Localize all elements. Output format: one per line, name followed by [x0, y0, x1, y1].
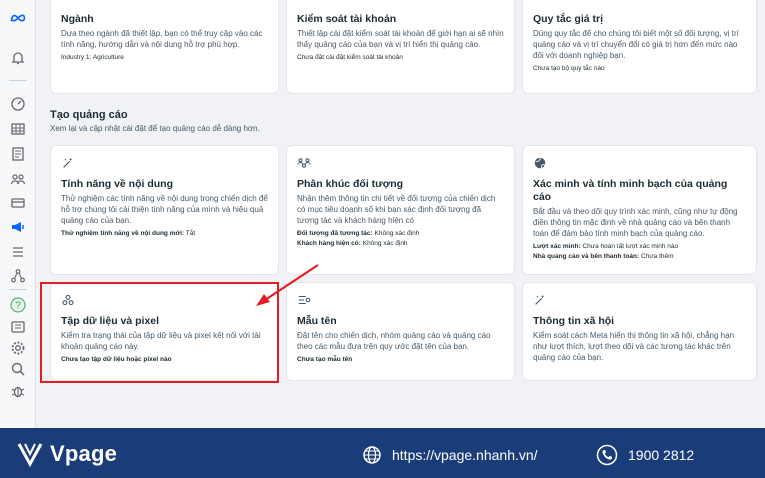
- meta-label: Thử nghiệm tính năng về nội dung mới:: [61, 230, 185, 237]
- card-description: Dựa theo ngành đã thiết lập, bạn có thể …: [61, 29, 263, 49]
- card-description: Thiết lập cài đặt kiểm soát tài khoản để…: [297, 29, 504, 49]
- section-title: Tạo quảng cáo: [50, 109, 128, 121]
- card-description: Bắt đầu và theo dõi quy trình xác minh, …: [533, 207, 738, 238]
- bell-icon[interactable]: [8, 48, 28, 68]
- card-meta: Đối tượng đã tương tác: Không xác định K…: [297, 229, 504, 249]
- meta-label: Lượt xác minh:: [533, 243, 581, 250]
- dataset-icon: [62, 294, 74, 306]
- meta-label: Industry 1:: [61, 54, 92, 61]
- phone-icon: [596, 444, 618, 466]
- meta-value: Không xác định: [362, 240, 408, 247]
- audience-icon[interactable]: [8, 169, 28, 189]
- card-industry[interactable]: Ngành Dựa theo ngành đã thiết lập, bạn c…: [50, 0, 279, 94]
- meta-value: Agriculture: [92, 54, 124, 61]
- card-value-rules[interactable]: Quy tắc giá trị Dùng quy tắc để cho chún…: [522, 0, 757, 94]
- card-description: Dùng quy tắc để cho chúng tôi biết một s…: [533, 29, 739, 60]
- card-social-info[interactable]: Thông tin xã hội Kiểm soát cách Meta hiể…: [522, 282, 757, 381]
- vpage-logo: Vpage: [16, 440, 117, 468]
- card-datasets-pixels[interactable]: Tập dữ liệu và pixel Kiểm tra trạng thái…: [50, 282, 279, 381]
- meta-value: Không xác định: [374, 230, 420, 237]
- magic-wand-icon: [535, 294, 545, 305]
- card-description: Nhận thêm thông tin chi tiết về đối tượn…: [297, 194, 496, 225]
- vpage-logo-icon: [17, 443, 43, 468]
- help-icon[interactable]: ?: [8, 295, 28, 315]
- card-meta: Chưa đặt cài đặt kiểm soát tài khoản: [297, 54, 403, 61]
- sidebar-divider: [9, 289, 27, 290]
- meta-label: Nhà quảng cáo và bên thanh toán:: [533, 253, 640, 260]
- card-title: Tính năng về nội dung: [61, 178, 173, 190]
- card-meta: Industry 1: Agriculture: [61, 53, 268, 63]
- card-title: Xác minh và tính minh bạch của quảng cáo: [533, 178, 728, 203]
- card-description: Đặt tên cho chiến dịch, nhóm quảng cáo v…: [297, 331, 491, 351]
- billing-icon[interactable]: [8, 193, 28, 213]
- news-icon[interactable]: [8, 317, 28, 337]
- card-title: Ngành: [61, 13, 94, 25]
- meta-label: Đối tượng đã tương tác:: [297, 230, 373, 237]
- card-audience-segments[interactable]: Phân khúc đối tượng Nhận thêm thông tin …: [286, 145, 515, 275]
- section-subtitle: Xem lại và cập nhật cài đặt để tạo quảng…: [50, 124, 260, 133]
- card-description: Kiểm soát cách Meta hiển thị thông tin x…: [533, 331, 735, 362]
- audience-segments-icon: [297, 158, 311, 168]
- meta-logo-icon[interactable]: [8, 8, 28, 28]
- card-content-features[interactable]: Tính năng về nội dung Thử nghiệm các tín…: [50, 145, 279, 275]
- phone-number[interactable]: 1900 2812: [628, 447, 694, 463]
- table-icon[interactable]: [8, 119, 28, 139]
- settings-icon[interactable]: [8, 338, 28, 358]
- meta-label: Khách hàng hiện có:: [297, 240, 361, 247]
- card-title: Mẫu tên: [297, 315, 337, 327]
- globe-icon: [363, 446, 381, 464]
- card-meta: Chưa tạo bộ quy tắc nào: [533, 65, 605, 72]
- magic-wand-icon: [63, 157, 73, 168]
- sidebar-divider: [9, 80, 27, 81]
- template-settings-icon: [298, 295, 311, 305]
- globe-icon: [534, 157, 546, 169]
- footer-banner: Vpage https://vpage.nhanh.vn/ 1900 2812: [0, 428, 765, 478]
- card-title: Kiểm soát tài khoản: [297, 13, 397, 25]
- ads-manager-icon[interactable]: [8, 217, 28, 237]
- meta-value: Chưa hoàn tất lượt xác minh nào: [582, 243, 679, 250]
- card-ad-verification[interactable]: Xác minh và tính minh bạch của quảng cáo…: [522, 145, 757, 275]
- search-icon[interactable]: [8, 359, 28, 379]
- card-title: Quy tắc giá trị: [533, 13, 604, 25]
- website-url[interactable]: https://vpage.nhanh.vn/: [392, 447, 538, 463]
- card-meta: Lượt xác minh: Chưa hoàn tất lượt xác mi…: [533, 242, 746, 262]
- card-meta: Chưa tạo tập dữ liệu hoặc pixel nào: [61, 356, 172, 363]
- left-sidebar: ?: [0, 0, 36, 428]
- meta-value: Tắt: [185, 230, 196, 237]
- card-title: Phân khúc đối tượng: [297, 178, 404, 190]
- card-name-templates[interactable]: Mẫu tên Đặt tên cho chiến dịch, nhóm quả…: [286, 282, 515, 381]
- card-meta: Chưa tạo mẫu tên: [297, 356, 353, 363]
- meta-value: Chưa thêm: [641, 253, 674, 260]
- card-description: Thử nghiệm các tính năng về nội dung tro…: [61, 194, 268, 225]
- bug-icon[interactable]: [8, 381, 28, 401]
- card-title: Tập dữ liệu và pixel: [61, 315, 160, 327]
- pages-icon[interactable]: [8, 144, 28, 164]
- card-account-controls[interactable]: Kiểm soát tài khoản Thiết lập cài đặt ki…: [286, 0, 515, 94]
- card-meta: Thử nghiệm tính năng về nội dung mới: Tắ…: [61, 229, 268, 239]
- brand-name: Vpage: [50, 441, 118, 466]
- card-title: Thông tin xã hội: [533, 315, 615, 327]
- card-description: Kiểm tra trạng thái của tập dữ liệu và p…: [61, 331, 261, 351]
- share-icon[interactable]: [8, 266, 28, 286]
- dashboard-icon[interactable]: [8, 94, 28, 114]
- svg-text:?: ?: [15, 301, 21, 312]
- menu-icon[interactable]: [8, 242, 28, 262]
